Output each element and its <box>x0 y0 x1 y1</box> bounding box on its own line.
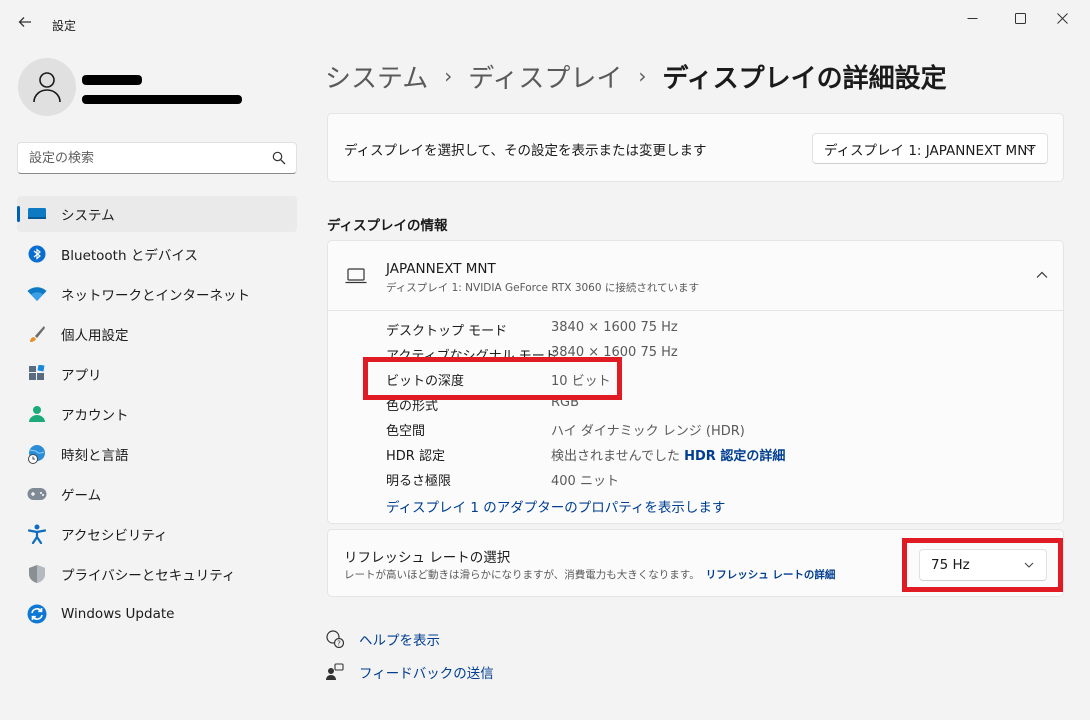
page-title: ディスプレイの詳細設定 <box>662 63 947 94</box>
sidebar-item-label: アカウント <box>61 408 129 424</box>
help-label: ヘルプを表示 <box>359 633 440 649</box>
display-select-description: ディスプレイを選択して、その設定を表示または変更します <box>344 143 707 159</box>
info-key: 色空間 <box>386 424 426 439</box>
user-name-redacted <box>82 75 142 85</box>
minimize-button[interactable] <box>950 8 994 28</box>
sidebar-item-bluetooth[interactable]: Bluetooth とデバイス <box>17 236 297 272</box>
sidebar-item-network[interactable]: ネットワークとインターネット <box>17 276 297 312</box>
sidebar-item-system[interactable]: システム <box>17 196 297 232</box>
sidebar-item-accounts[interactable]: アカウント <box>17 396 297 432</box>
highlight-box-bit-depth <box>363 357 622 400</box>
feedback-label: フィードバックの送信 <box>359 666 494 682</box>
maximize-icon <box>1014 12 1026 24</box>
sidebar-item-label: Windows Update <box>61 606 175 622</box>
hdr-certification-link[interactable]: HDR 認定の詳細 <box>684 449 785 464</box>
globe-clock-icon <box>27 444 47 464</box>
sidebar-item-gaming[interactable]: ゲーム <box>17 476 297 512</box>
sidebar-item-label: アプリ <box>61 368 102 384</box>
maximize-button[interactable] <box>998 8 1042 28</box>
sidebar-item-label: 時刻と言語 <box>61 448 129 464</box>
info-key: デスクトップ モード <box>386 324 508 339</box>
display-select-value: ディスプレイ 1: JAPANNEXT MNT <box>824 142 1036 159</box>
user-email-redacted <box>82 95 242 104</box>
back-button[interactable] <box>12 10 38 34</box>
search-icon[interactable] <box>272 151 286 165</box>
chevron-down-icon <box>1025 146 1035 152</box>
gamepad-icon <box>27 484 47 504</box>
sidebar-item-privacy[interactable]: プライバシーとセキュリティ <box>17 556 297 592</box>
feedback-link[interactable]: フィードバックの送信 <box>325 661 494 683</box>
person-icon <box>33 72 61 103</box>
info-value: 400 ニット <box>551 474 619 489</box>
display-info-header[interactable]: JAPANNEXT MNT ディスプレイ 1: NVIDIA GeForce R… <box>328 241 1063 311</box>
info-value: 3840 × 1600 75 Hz <box>551 320 678 335</box>
chevron-up-icon[interactable] <box>1035 269 1049 281</box>
sidebar-item-label: ゲーム <box>61 488 102 504</box>
sidebar-item-label: アクセシビリティ <box>61 528 168 544</box>
display-select-dropdown[interactable]: ディスプレイ 1: JAPANNEXT MNT <box>812 133 1048 164</box>
close-button[interactable] <box>1040 8 1084 28</box>
refresh-rate-title: リフレッシュ レートの選択 <box>344 550 511 566</box>
shield-icon <box>27 564 47 584</box>
refresh-rate-description-group: レートが高いほど動きは滑らかになりますが、消費電力も大きくなります。 リフレッシュ… <box>344 567 835 582</box>
svg-text:?: ? <box>337 640 341 648</box>
refresh-rate-description: レートが高いほど動きは滑らかになりますが、消費電力も大きくなります。 <box>344 569 700 581</box>
info-value: 検出されませんでした <box>551 449 680 464</box>
sidebar-item-label: ネットワークとインターネット <box>61 288 250 304</box>
highlight-box-refresh-rate <box>902 538 1063 592</box>
sidebar-item-label: システム <box>61 208 115 224</box>
info-key: HDR 認定 <box>386 449 445 464</box>
sidebar-nav: システム Bluetooth とデバイス ネットワークとインターネット 個人用設… <box>17 196 297 636</box>
adapter-properties-link[interactable]: ディスプレイ 1 のアダプターのプロパティを表示します <box>386 496 725 516</box>
monitor-subtitle: ディスプレイ 1: NVIDIA GeForce RTX 3060 に接続されて… <box>386 282 700 294</box>
breadcrumb-display[interactable]: ディスプレイ <box>468 58 622 95</box>
sidebar-item-windows-update[interactable]: Windows Update <box>17 596 297 632</box>
laptop-icon <box>345 268 367 284</box>
paintbrush-icon <box>27 324 47 344</box>
back-arrow-icon <box>18 17 31 27</box>
sidebar-item-label: Bluetooth とデバイス <box>61 248 198 264</box>
help-icon: ? <box>325 629 345 649</box>
feedback-icon <box>325 662 345 682</box>
apps-icon <box>27 364 47 384</box>
info-value: ハイ ダイナミック レンジ (HDR) <box>551 424 745 439</box>
help-link[interactable]: ? ヘルプを表示 <box>325 628 440 650</box>
sidebar-item-label: 個人用設定 <box>61 328 129 344</box>
windows-update-icon <box>27 604 47 624</box>
search-input[interactable] <box>18 143 268 173</box>
monitor-name: JAPANNEXT MNT <box>386 261 496 277</box>
bluetooth-icon <box>27 244 47 264</box>
accessibility-icon <box>27 524 47 544</box>
sidebar-item-personalization[interactable]: 個人用設定 <box>17 316 297 352</box>
display-select-card: ディスプレイを選択して、その設定を表示または変更します ディスプレイ 1: JA… <box>327 113 1064 182</box>
refresh-rate-details-link[interactable]: リフレッシュ レートの詳細 <box>706 569 836 581</box>
breadcrumb-system[interactable]: システム <box>325 58 428 95</box>
wifi-icon <box>27 284 47 304</box>
system-display-icon <box>27 204 47 224</box>
sidebar-item-accessibility[interactable]: アクセシビリティ <box>17 516 297 552</box>
title-bar: 設定 <box>0 0 1090 40</box>
search-box[interactable] <box>17 142 297 174</box>
sidebar-item-apps[interactable]: アプリ <box>17 356 297 392</box>
account-icon <box>27 404 47 424</box>
close-icon <box>1056 12 1068 24</box>
display-info-section-title: ディスプレイの情報 <box>327 218 448 234</box>
breadcrumb-separator: › <box>444 64 453 88</box>
app-title: 設定 <box>52 19 77 33</box>
sidebar-item-label: プライバシーとセキュリティ <box>61 568 236 584</box>
info-key: 明るさ極限 <box>386 474 452 489</box>
info-value-group: 検出されませんでした HDR 認定の詳細 <box>551 445 785 464</box>
breadcrumb: システム › ディスプレイ › ディスプレイの詳細設定 <box>325 56 947 96</box>
breadcrumb-separator: › <box>638 64 647 88</box>
sidebar-item-time-language[interactable]: 時刻と言語 <box>17 436 297 472</box>
avatar[interactable] <box>18 58 76 116</box>
minimize-icon <box>967 17 977 19</box>
